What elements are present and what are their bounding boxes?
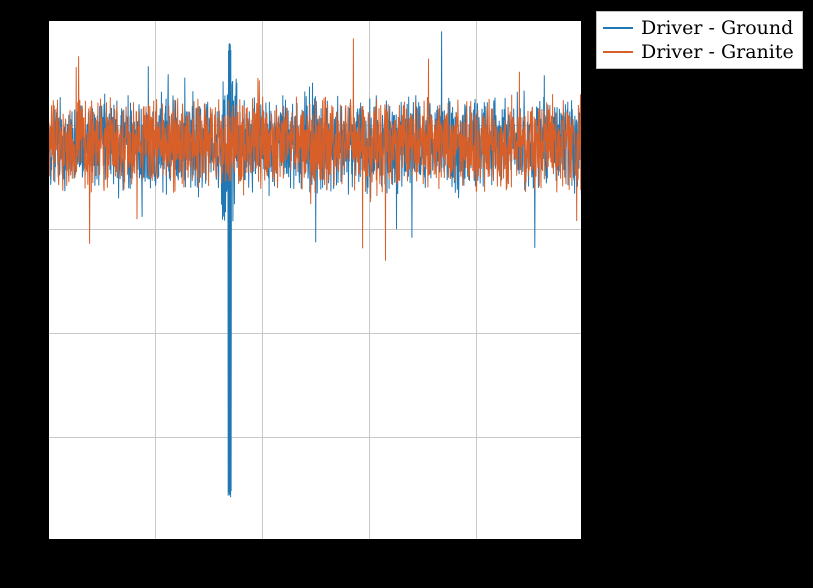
trace-driver-ground [48,31,582,497]
legend-label-ground: Driver - Ground [641,16,793,40]
legend-swatch-ground [603,27,633,29]
chart-traces [0,0,813,588]
legend-item-ground: Driver - Ground [603,16,796,40]
figure: Driver - Ground Driver - Granite [0,0,813,588]
legend: Driver - Ground Driver - Granite [596,11,803,69]
trace-driver-granite [48,38,582,260]
legend-item-granite: Driver - Granite [603,40,796,64]
legend-label-granite: Driver - Granite [641,40,794,64]
legend-swatch-granite [603,51,633,53]
